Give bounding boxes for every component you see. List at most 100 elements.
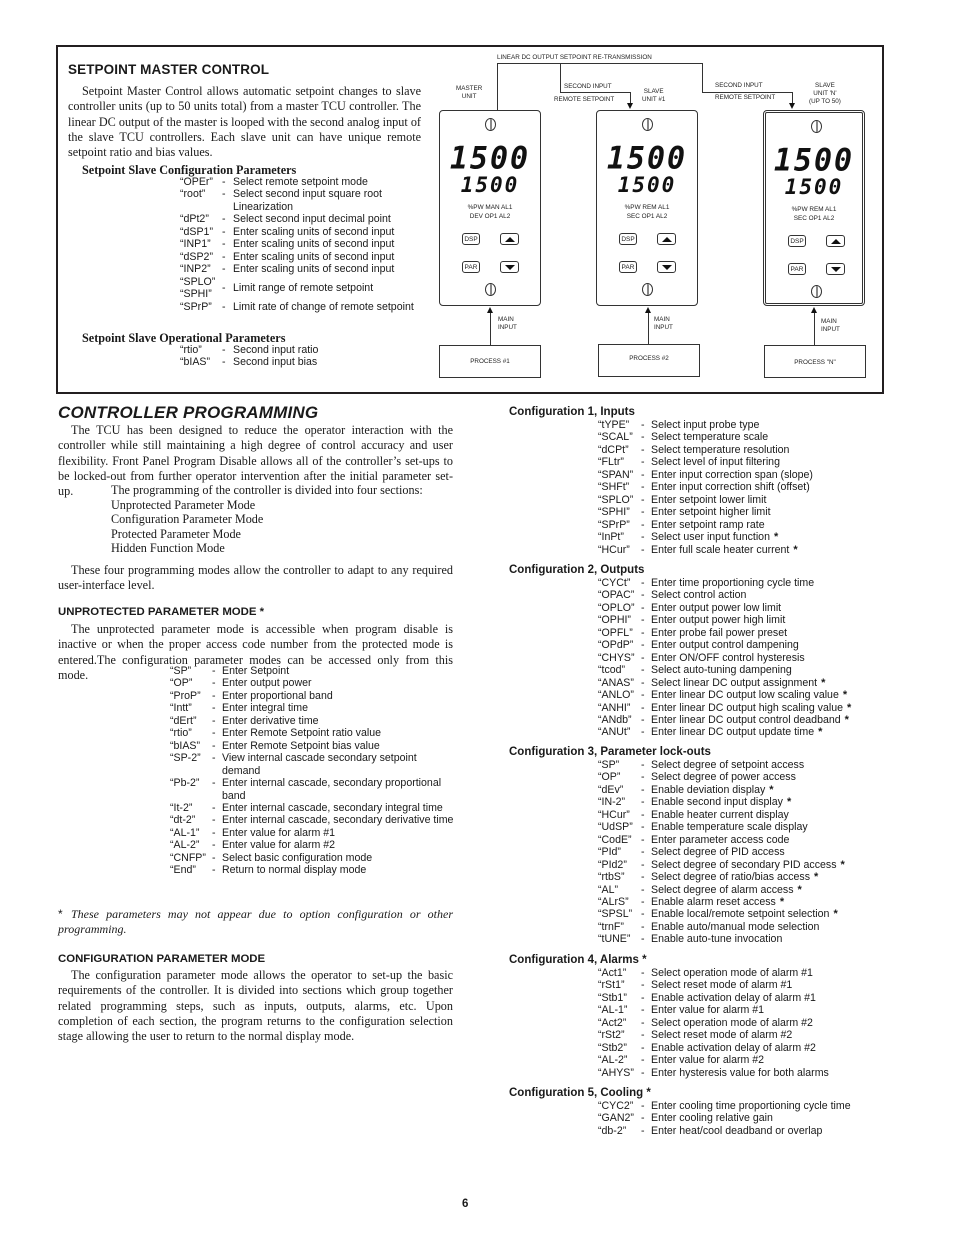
parameter-row: “AL-2” - Enter value for alarm #2 (170, 839, 455, 851)
parameter-description: Enable second input display * (651, 796, 878, 808)
parameter-code: “ANdb” (598, 713, 632, 726)
wire-main-input-n (814, 310, 815, 345)
description-text: Enter output power high limit (651, 614, 786, 627)
mounting-screw-icon (485, 283, 496, 296)
up-button[interactable] (500, 233, 519, 245)
description-text: Select linear DC output assignment (651, 676, 818, 689)
parameter-row: “AL-2” - Enter value for alarm #2 (598, 1054, 878, 1066)
description-text: Enable auto/manual mode selection (651, 920, 820, 933)
dsp-button[interactable]: DSP (619, 233, 637, 245)
parameter-description: Enter output power high limit (651, 614, 878, 626)
label-line: UNIT 'N' (813, 90, 837, 97)
par-button[interactable]: PAR (788, 263, 806, 275)
dash-separator: - (641, 796, 645, 809)
down-button[interactable] (500, 261, 519, 273)
parameter-description: Enter setpoint lower limit (651, 494, 878, 506)
description-text: Enter Remote Setpoint ratio value (222, 727, 381, 740)
dsp-button[interactable]: DSP (462, 233, 480, 245)
up-button[interactable] (826, 235, 845, 247)
parameter-code: “AL” (598, 883, 619, 896)
parameter-code: “SP-2” (170, 752, 201, 765)
parameter-description: Select degree of ratio/bias access * (651, 871, 878, 883)
parameter-code: “bIAS” (180, 356, 211, 369)
parameter-code: “rtio” (180, 344, 202, 356)
parameter-description: Enter parameter access code (651, 834, 878, 846)
parameter-code: “trnF” (598, 920, 624, 933)
description-text: Enter setpoint lower limit (651, 493, 767, 506)
parameter-code: “OPEr” (180, 176, 213, 188)
parameter-code: “CYCt” (598, 577, 631, 589)
down-button[interactable] (657, 261, 676, 273)
section-item: Hidden Function Mode (111, 541, 225, 556)
arrow-up-icon (830, 238, 841, 244)
parameter-row: “OPdP” - Enter output control dampening (598, 639, 878, 651)
config-1-title: Configuration 1, Inputs (509, 406, 635, 418)
parameter-code: “End” (170, 864, 196, 877)
description-text: Select control action (651, 589, 747, 602)
parameter-row: “root” - Select second input square root L… (180, 188, 420, 213)
parameter-row: “CYCt” - Enter time proportioning cycle ti… (598, 577, 878, 589)
description-text: Enter cooling time proportioning cycle t… (651, 1100, 851, 1112)
parameter-row: “OPAC” - Select control action (598, 589, 878, 601)
parameter-code: “dPt2” (180, 213, 209, 226)
up-button[interactable] (657, 233, 676, 245)
description-text: Enter internal cascade, secondary propor… (222, 777, 442, 802)
parameter-description: Select temperature scale (651, 431, 878, 443)
parameter-description: Enter time proportioning cycle time (651, 577, 878, 589)
parameter-code: “tYPE” (598, 419, 630, 431)
down-button[interactable] (826, 263, 845, 275)
parameter-code: “SPrP” (180, 300, 212, 313)
process-box-1: PROCESS #1 (439, 345, 541, 378)
parameter-code: “SP” (598, 759, 620, 771)
label-line: UNIT (461, 93, 477, 100)
description-text: Select degree of secondary PID access (651, 858, 837, 871)
description-text: Enter time proportioning cycle time (651, 577, 815, 589)
parameter-description: Enter scaling units of second input (233, 251, 420, 263)
parameter-description: Enter internal cascade, secondary deriva… (222, 814, 455, 826)
parameter-description: Return to normal display mode (222, 864, 455, 876)
description-text: Enter probe fail power preset (651, 626, 788, 639)
dsp-button[interactable]: DSP (788, 235, 806, 247)
mounting-screw-icon (811, 120, 822, 133)
parameter-row: “tcod” - Select auto-tuning dampening (598, 664, 878, 676)
description-text: Enter scaling units of second input (233, 250, 395, 263)
option-star: * (821, 676, 826, 689)
parameter-row: “ANAS” - Select linear DC output assignmen… (598, 677, 878, 689)
parameter-description: Enter scaling units of second input (233, 263, 420, 275)
par-button[interactable]: PAR (462, 261, 480, 273)
parameter-code: “CNFP” (170, 851, 206, 864)
label-line: SLAVE (643, 88, 664, 95)
parameter-row: “Intt” - Enter integral time (170, 702, 455, 714)
arrow-up-icon (645, 307, 651, 313)
paragraph-text: These four programming modes allow the c… (58, 563, 453, 593)
parameter-code: “INP1” (180, 238, 211, 251)
parameter-row: “dEv” - Enable deviation display * (598, 784, 878, 796)
parameter-row: “Stb1” - Enable activation delay of alarm … (598, 992, 878, 1004)
parameter-row: “SPHI” - Enter setpoint higher limit (598, 506, 878, 518)
description-text: Enter internal cascade, secondary integr… (222, 801, 443, 814)
config-2-title: Configuration 2, Outputs (509, 564, 645, 576)
description-text: Enter input correction span (slope) (651, 468, 813, 481)
parameter-code: “dCPt” (598, 443, 629, 456)
par-button[interactable]: PAR (619, 261, 637, 273)
description-text: Select degree of ratio/bias access (651, 871, 810, 884)
dash-separator: - (641, 518, 645, 531)
parameter-code: “tcod” (598, 664, 626, 677)
parameter-row: “CYC2” - Enter cooling time proportioning … (598, 1100, 878, 1112)
parameter-description: Limit range of remote setpoint (233, 282, 420, 294)
process-display: 1500 (606, 140, 688, 177)
parameter-description: Enter probe fail power preset (651, 627, 878, 639)
arrow-up-icon (661, 236, 672, 242)
dash-separator: - (641, 991, 645, 1004)
parameter-description: Enter cooling relative gain (651, 1112, 878, 1124)
description-text: Enable alarm reset access (651, 895, 776, 908)
parameter-description: Select auto-tuning dampening (651, 664, 878, 676)
option-star: * (840, 858, 845, 871)
parameter-code: “AL-1” (170, 826, 200, 839)
option-star: * (797, 883, 802, 896)
option-footnote: * These parameters may not appear due to … (58, 907, 453, 936)
parameter-code: “INP2” (180, 263, 211, 276)
parameter-code: “OP” (170, 677, 193, 690)
option-star: * (842, 689, 848, 702)
dash-separator: - (212, 714, 216, 727)
